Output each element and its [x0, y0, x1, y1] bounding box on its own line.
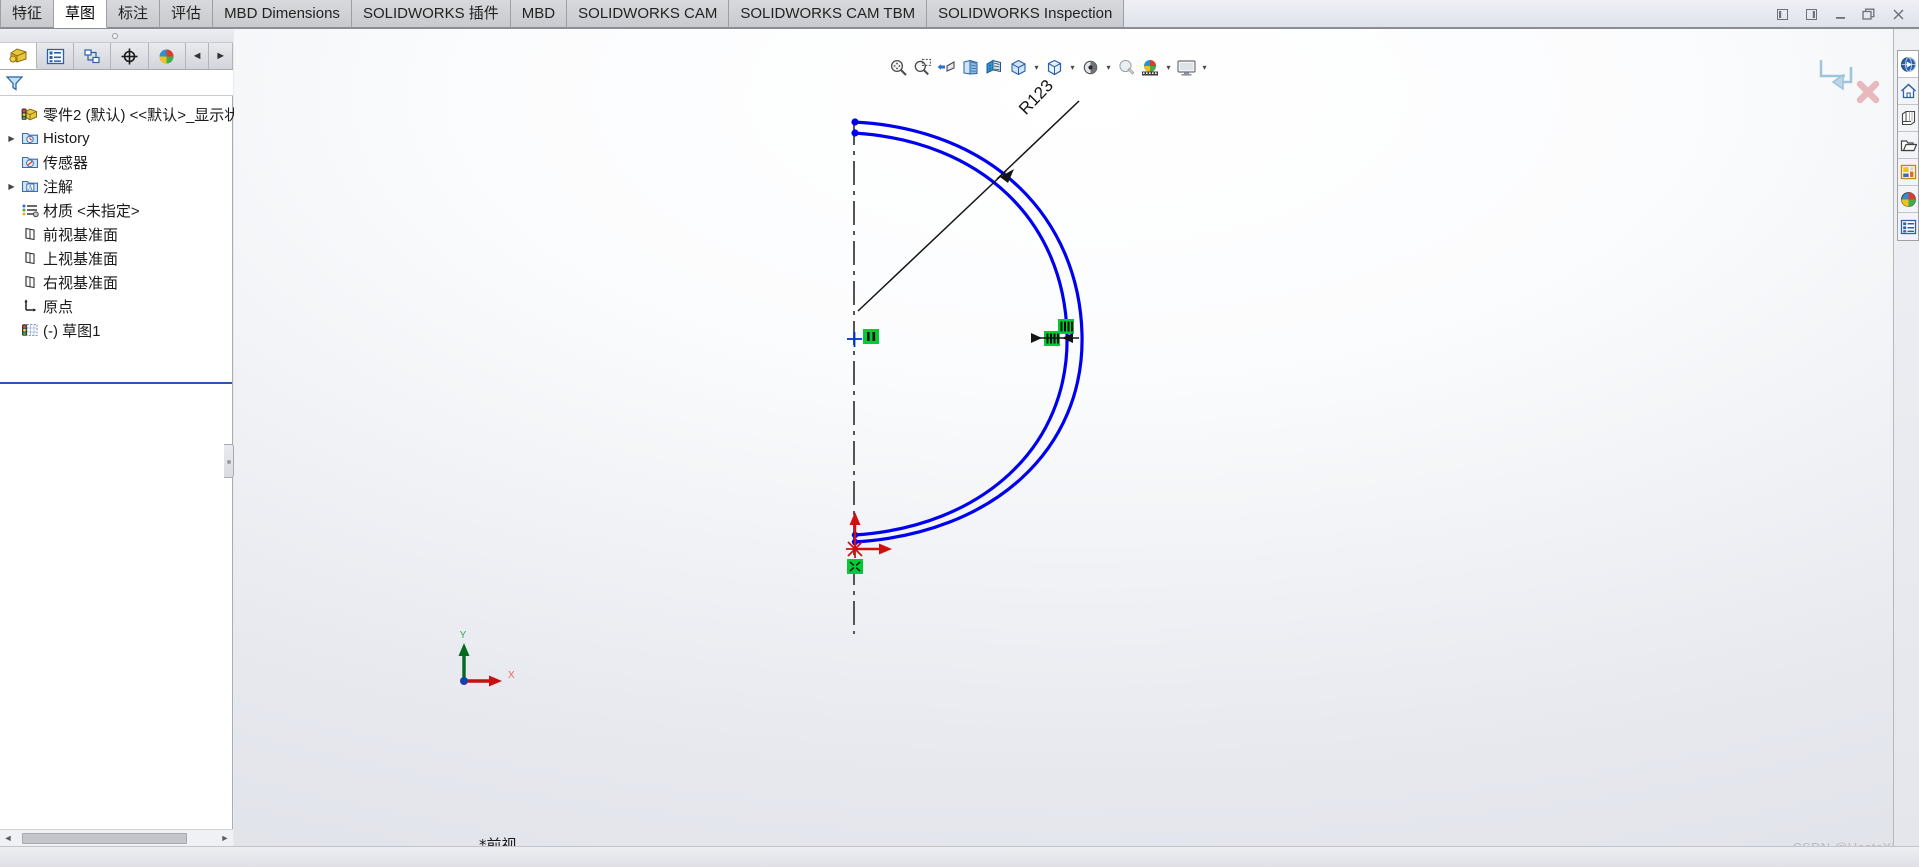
minimize-icon[interactable]: [1832, 6, 1849, 23]
svg-text:R123: R123: [1015, 76, 1057, 118]
ribbon-tab-features[interactable]: 特征: [0, 0, 55, 28]
sketch-icon: [19, 322, 41, 338]
tree-item-label: 零件2 (默认) <<默认>_显示状: [43, 106, 240, 124]
dimxpert-manager-tab[interactable]: [111, 43, 149, 69]
window-controls: [1774, 0, 1913, 28]
feature-manager-tab[interactable]: [0, 43, 38, 69]
ribbon-tab-solidworks-cam-tbm[interactable]: SOLIDWORKS CAM TBM: [729, 0, 928, 28]
sketch-endpoint: [851, 129, 859, 137]
scroll-right-button[interactable]: ►: [217, 833, 233, 843]
plane-icon: [19, 274, 41, 290]
solidworks-window: 特征 草图 标注 评估 MBD Dimensions SOLIDWORKS 插件…: [0, 0, 1919, 867]
tree-item-sensors[interactable]: 传感器: [0, 150, 233, 174]
feature-manager-panel: ◄ ► 零件2 (默认) <<默认>_显示状 ▶ History 传感器 ▶ A…: [0, 29, 239, 867]
tree-horizontal-scrollbar[interactable]: ◄ ►: [0, 829, 233, 846]
ribbon-tab-sketch[interactable]: 草图: [54, 0, 108, 28]
tree-item-part[interactable]: 零件2 (默认) <<默认>_显示状: [0, 102, 239, 126]
task-pane-tabs: [1897, 50, 1919, 241]
tree-item-annotations[interactable]: ▶ A 注解: [0, 174, 233, 198]
ribbon-tab-mbd-dimensions[interactable]: MBD Dimensions: [213, 0, 352, 28]
feature-tree: 零件2 (默认) <<默认>_显示状 ▶ History 传感器 ▶ A 注解 …: [0, 99, 239, 389]
material-icon: [19, 202, 41, 218]
custom-properties-icon[interactable]: [1898, 213, 1918, 240]
ribbon-tab-bar: 特征 草图 标注 评估 MBD Dimensions SOLIDWORKS 插件…: [0, 0, 1919, 29]
sketch-arc-inner: [853, 131, 1069, 537]
tree-item-origin[interactable]: 原点: [0, 294, 233, 318]
appearances-scenes-icon[interactable]: [1898, 186, 1918, 213]
tree-item-label: 上视基准面: [43, 250, 119, 268]
tree-filter-bar[interactable]: [0, 70, 233, 96]
scrollbar-thumb[interactable]: [22, 832, 187, 844]
restore-left-icon[interactable]: [1774, 6, 1791, 23]
sensor-icon: [19, 154, 41, 170]
ribbon-tab-solidworks-inspection[interactable]: SOLIDWORKS Inspection: [927, 0, 1125, 28]
manager-tab-next-button[interactable]: ►: [209, 43, 233, 69]
property-manager-tab[interactable]: [37, 43, 75, 69]
plane-icon: [19, 226, 41, 242]
task-pane: [1893, 29, 1919, 867]
file-explorer-icon[interactable]: [1898, 105, 1918, 132]
ribbon-tab-solidworks-cam[interactable]: SOLIDWORKS CAM: [567, 0, 730, 28]
view-palette-icon[interactable]: [1898, 159, 1918, 186]
ribbon-tab-evaluate[interactable]: 评估: [160, 0, 214, 28]
ribbon-tab-markup[interactable]: 标注: [107, 0, 161, 28]
triad-x-label: X: [508, 670, 515, 681]
origin-icon: [19, 298, 41, 314]
tree-insertion-bar: [0, 382, 232, 384]
panel-splitter-handle[interactable]: [112, 33, 118, 39]
tree-item-label: 材质 <未指定>: [43, 202, 140, 220]
solidworks-resources-icon[interactable]: [1898, 51, 1918, 78]
tree-item-history[interactable]: ▶ History: [0, 126, 233, 150]
sketch-endpoint: [851, 118, 859, 126]
restore-right-icon[interactable]: [1803, 6, 1820, 23]
close-icon[interactable]: [1890, 6, 1907, 23]
svg-text:A: A: [28, 184, 33, 192]
plane-icon: [19, 250, 41, 266]
radius-leader-line: [857, 170, 1007, 312]
part-icon: [19, 106, 41, 123]
tree-item-material[interactable]: 材质 <未指定>: [0, 198, 233, 222]
coincident-relation-upper: [1058, 319, 1074, 334]
manager-tab-strip: ◄ ►: [0, 43, 233, 70]
display-manager-tab[interactable]: [148, 43, 186, 69]
maximize-icon[interactable]: [1861, 6, 1878, 23]
arc-center-point: [847, 332, 862, 347]
radius-dimension: R123: [1015, 76, 1057, 118]
panel-splitter[interactable]: [0, 29, 233, 43]
tree-item-sketch1[interactable]: (-) 草图1: [0, 318, 233, 342]
tree-item-label: 前视基准面: [43, 226, 119, 244]
dimension-arrowhead: [1031, 333, 1042, 343]
tree-item-label: 右视基准面: [43, 274, 119, 292]
annotation-icon: A: [19, 178, 41, 194]
triad-y-label: Y: [460, 630, 467, 641]
ribbon-tab-mbd[interactable]: MBD: [510, 0, 568, 28]
tree-item-right-plane[interactable]: 右视基准面: [0, 270, 233, 294]
panel-collapse-handle[interactable]: [224, 444, 234, 478]
design-library-home-icon[interactable]: [1898, 78, 1918, 105]
tree-item-label: History: [43, 129, 90, 147]
tree-expand-arrow[interactable]: ▶: [4, 182, 19, 191]
status-bar: [0, 846, 1919, 867]
vertical-relation-center: [863, 329, 879, 344]
scroll-left-button[interactable]: ◄: [0, 833, 16, 843]
sketch-geometry[interactable]: R123: [234, 29, 1919, 867]
open-folder-icon[interactable]: [1898, 132, 1918, 159]
tree-item-label: 注解: [43, 178, 74, 196]
coincident-relation-origin: [847, 559, 863, 574]
ribbon-tab-solidworks-addins[interactable]: SOLIDWORKS 插件: [351, 0, 511, 28]
tree-item-label: 传感器: [43, 154, 89, 172]
tree-expand-arrow[interactable]: ▶: [4, 134, 19, 143]
coordinate-triad: Y X: [456, 629, 516, 689]
tree-item-front-plane[interactable]: 前视基准面: [0, 222, 233, 246]
graphics-area[interactable]: ▾ ▾ ▾ ▾ ▾ R123 Y X *前视: [234, 29, 1919, 867]
configuration-manager-tab[interactable]: [74, 43, 112, 69]
radius-leader-line: [996, 100, 1080, 180]
tree-item-top-plane[interactable]: 上视基准面: [0, 246, 233, 270]
tree-item-label: (-) 草图1: [43, 322, 101, 340]
tree-item-label: 原点: [43, 298, 74, 316]
history-icon: [19, 130, 41, 146]
manager-tab-prev-button[interactable]: ◄: [185, 43, 210, 69]
filter-icon: [5, 75, 24, 91]
